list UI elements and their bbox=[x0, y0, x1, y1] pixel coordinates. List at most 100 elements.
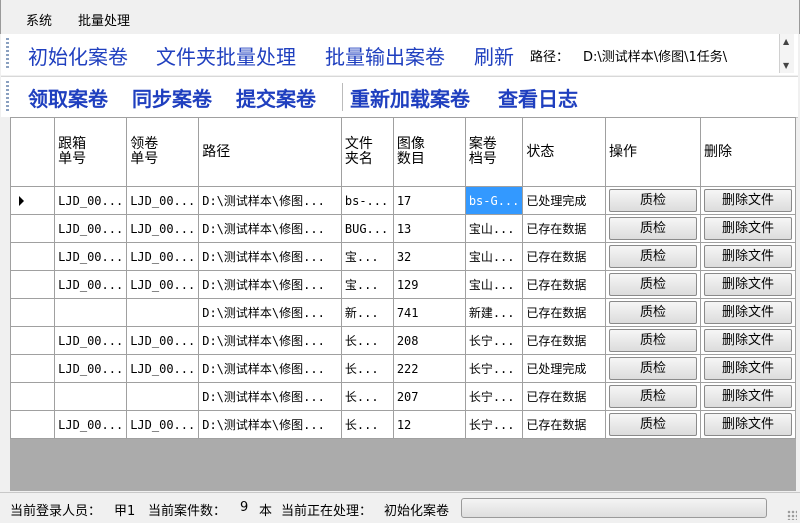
col-header-claim-no[interactable]: 领卷 单号 bbox=[126, 117, 200, 187]
cell-case-no[interactable]: 宝山... bbox=[464, 214, 524, 243]
cell-case-no[interactable]: 长宁... bbox=[464, 354, 524, 383]
cell-image-count[interactable]: 208 bbox=[392, 326, 466, 355]
row-header[interactable] bbox=[10, 326, 56, 355]
row-header[interactable] bbox=[10, 270, 56, 299]
qc-button[interactable]: 质检 bbox=[608, 329, 697, 352]
sync-case-button[interactable]: 同步案卷 bbox=[132, 83, 212, 112]
init-case-button[interactable]: 初始化案卷 bbox=[28, 41, 128, 70]
menu-batch-process[interactable]: 批量处理 bbox=[78, 10, 130, 29]
qc-button[interactable]: 质检 bbox=[608, 245, 697, 268]
row-header[interactable] bbox=[10, 214, 56, 243]
cell-folder[interactable]: 宝... bbox=[340, 270, 394, 299]
reload-case-button[interactable]: 重新加载案卷 bbox=[350, 83, 470, 112]
cell-status[interactable]: 已存在数据 bbox=[522, 298, 606, 327]
cell-status[interactable]: 已处理完成 bbox=[522, 186, 606, 215]
cell-case-no[interactable]: 长宁... bbox=[464, 326, 524, 355]
cell-status[interactable]: 已处理完成 bbox=[522, 354, 606, 383]
table-row[interactable]: D:\测试样本\修图... 新... 741 新建... 已存在数据 质检 删除文件 bbox=[10, 298, 796, 327]
submit-case-button[interactable]: 提交案卷 bbox=[236, 83, 316, 112]
col-header-delete[interactable]: 删除 bbox=[699, 117, 796, 187]
table-row[interactable]: LJD_00... LJD_00... D:\测试样本\修图... 宝... 129 宝山… bbox=[10, 270, 796, 299]
table-row[interactable]: LJD_00... LJD_00... D:\测试样本\修图... bs-... 17 b… bbox=[10, 186, 796, 215]
delete-file-button[interactable]: 删除文件 bbox=[703, 273, 792, 296]
toolbar-grip[interactable] bbox=[6, 81, 9, 113]
cell-status[interactable]: 已存在数据 bbox=[522, 242, 606, 271]
menu-system[interactable]: 系统 bbox=[26, 10, 52, 29]
scroll-down-icon[interactable]: ▼ bbox=[783, 61, 789, 70]
cell-folder[interactable]: 长... bbox=[340, 326, 394, 355]
delete-file-button[interactable]: 删除文件 bbox=[703, 413, 792, 436]
receive-case-button[interactable]: 领取案卷 bbox=[28, 83, 108, 112]
col-header-track-no[interactable]: 跟箱 单号 bbox=[54, 117, 128, 187]
row-header[interactable] bbox=[10, 382, 56, 411]
cell-path[interactable]: D:\测试样本\修图... bbox=[198, 410, 342, 439]
qc-button[interactable]: 质检 bbox=[608, 385, 697, 408]
cell-claim-no[interactable]: LJD_00... bbox=[126, 326, 200, 355]
toolbar-grip[interactable] bbox=[6, 38, 9, 70]
cell-image-count[interactable]: 222 bbox=[392, 354, 466, 383]
col-header-status[interactable]: 状态 bbox=[522, 117, 606, 187]
cell-path[interactable]: D:\测试样本\修图... bbox=[198, 214, 342, 243]
folder-batch-button[interactable]: 文件夹批量处理 bbox=[156, 41, 296, 70]
table-row[interactable]: LJD_00... LJD_00... D:\测试样本\修图... 长... 208 长宁… bbox=[10, 326, 796, 355]
row-header[interactable] bbox=[10, 354, 56, 383]
cell-path[interactable]: D:\测试样本\修图... bbox=[198, 382, 342, 411]
cell-folder[interactable]: 长... bbox=[340, 382, 394, 411]
row-header[interactable] bbox=[10, 410, 56, 439]
table-row[interactable]: D:\测试样本\修图... 长... 207 长宁... 已存在数据 质检 删除文件 bbox=[10, 382, 796, 411]
delete-file-button[interactable]: 删除文件 bbox=[703, 385, 792, 408]
qc-button[interactable]: 质检 bbox=[608, 413, 697, 436]
cell-track-no[interactable]: LJD_00... bbox=[54, 186, 128, 215]
cell-status[interactable]: 已存在数据 bbox=[522, 214, 606, 243]
cell-folder[interactable]: bs-... bbox=[340, 186, 394, 215]
cell-case-no[interactable]: 宝山... bbox=[464, 242, 524, 271]
cell-track-no[interactable] bbox=[54, 298, 128, 327]
cell-status[interactable]: 已存在数据 bbox=[522, 326, 606, 355]
cell-claim-no[interactable] bbox=[126, 382, 200, 411]
table-row[interactable]: LJD_00... LJD_00... D:\测试样本\修图... 长... 222 长宁… bbox=[10, 354, 796, 383]
cell-claim-no[interactable]: LJD_00... bbox=[126, 214, 200, 243]
cell-track-no[interactable]: LJD_00... bbox=[54, 242, 128, 271]
batch-output-button[interactable]: 批量输出案卷 bbox=[325, 41, 445, 70]
toolbar-overflow-scroll[interactable]: ▲ ▼ bbox=[779, 34, 794, 73]
cell-status[interactable]: 已存在数据 bbox=[522, 270, 606, 299]
cell-claim-no[interactable] bbox=[126, 298, 200, 327]
cell-image-count[interactable]: 741 bbox=[392, 298, 466, 327]
cell-track-no[interactable]: LJD_00... bbox=[54, 326, 128, 355]
cell-track-no[interactable]: LJD_00... bbox=[54, 214, 128, 243]
cell-case-no[interactable]: bs-G... bbox=[464, 186, 524, 215]
cell-status[interactable]: 已存在数据 bbox=[522, 382, 606, 411]
cell-folder[interactable]: BUG... bbox=[340, 214, 394, 243]
delete-file-button[interactable]: 删除文件 bbox=[703, 357, 792, 380]
refresh-button[interactable]: 刷新 bbox=[474, 41, 514, 70]
cell-claim-no[interactable]: LJD_00... bbox=[126, 354, 200, 383]
scroll-up-icon[interactable]: ▲ bbox=[783, 37, 789, 46]
delete-file-button[interactable]: 删除文件 bbox=[703, 217, 792, 240]
cell-claim-no[interactable]: LJD_00... bbox=[126, 410, 200, 439]
delete-file-button[interactable]: 删除文件 bbox=[703, 245, 792, 268]
cell-track-no[interactable]: LJD_00... bbox=[54, 270, 128, 299]
cell-path[interactable]: D:\测试样本\修图... bbox=[198, 326, 342, 355]
cell-image-count[interactable]: 32 bbox=[392, 242, 466, 271]
qc-button[interactable]: 质检 bbox=[608, 357, 697, 380]
qc-button[interactable]: 质检 bbox=[608, 301, 697, 324]
cell-track-no[interactable]: LJD_00... bbox=[54, 410, 128, 439]
qc-button[interactable]: 质检 bbox=[608, 273, 697, 296]
cell-path[interactable]: D:\测试样本\修图... bbox=[198, 354, 342, 383]
delete-file-button[interactable]: 删除文件 bbox=[703, 301, 792, 324]
row-header[interactable] bbox=[10, 298, 56, 327]
cell-folder[interactable]: 新... bbox=[340, 298, 394, 327]
cell-image-count[interactable]: 129 bbox=[392, 270, 466, 299]
table-row[interactable]: LJD_00... LJD_00... D:\测试样本\修图... 宝... 32 宝山.… bbox=[10, 242, 796, 271]
cell-track-no[interactable]: LJD_00... bbox=[54, 354, 128, 383]
cell-case-no[interactable]: 长宁... bbox=[464, 410, 524, 439]
col-header-action[interactable]: 操作 bbox=[604, 117, 701, 187]
row-header[interactable] bbox=[10, 186, 56, 215]
qc-button[interactable]: 质检 bbox=[608, 217, 697, 240]
cell-status[interactable]: 已存在数据 bbox=[522, 410, 606, 439]
cell-claim-no[interactable]: LJD_00... bbox=[126, 242, 200, 271]
table-row[interactable]: LJD_00... LJD_00... D:\测试样本\修图... BUG... 13 宝… bbox=[10, 214, 796, 243]
cell-claim-no[interactable]: LJD_00... bbox=[126, 186, 200, 215]
table-row[interactable]: LJD_00... LJD_00... D:\测试样本\修图... 长... 12 长宁.… bbox=[10, 410, 796, 439]
cell-folder[interactable]: 宝... bbox=[340, 242, 394, 271]
